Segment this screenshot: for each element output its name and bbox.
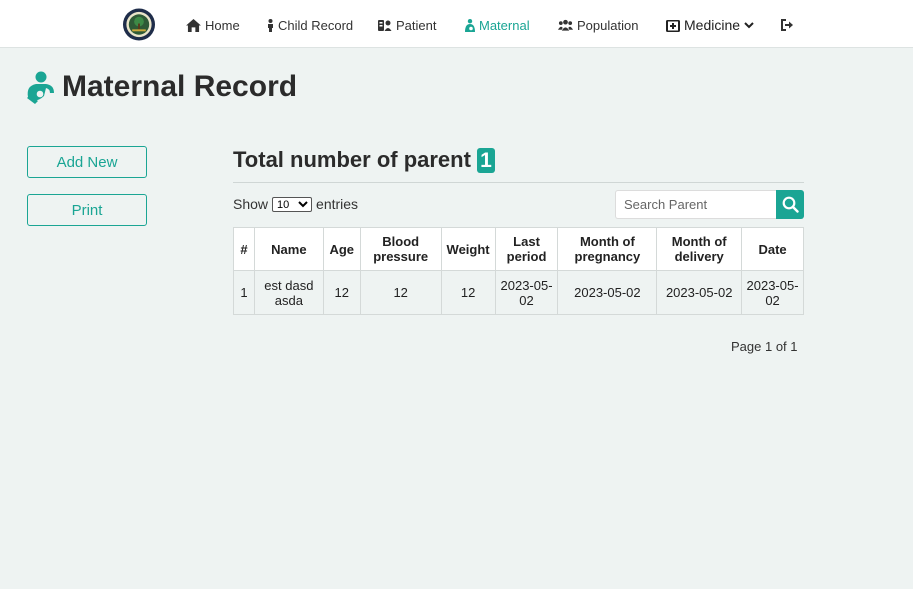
column-header[interactable]: Date [741, 227, 804, 271]
table-cell: 12 [359, 270, 442, 315]
table-cell: est dasd asda [253, 270, 324, 315]
maternal-icon [465, 18, 475, 32]
table-cell: 2023-05-02 [656, 270, 743, 315]
show-label: Show [233, 196, 269, 212]
table-cell: 12 [440, 270, 496, 315]
maternal-icon [27, 71, 54, 104]
search-icon [782, 196, 799, 213]
page-title: Maternal Record [62, 70, 298, 103]
add-new-button[interactable]: Add New [27, 146, 147, 178]
nav-population[interactable]: Population [558, 15, 638, 35]
pagination-info: Page 1 of 1 [731, 339, 798, 354]
nav-home[interactable]: Home [186, 15, 240, 35]
nav-maternal-label: Maternal [479, 17, 530, 33]
top-navbar: Home Child Record Patient Maternal Popul… [0, 0, 913, 48]
table-cell: 1 [233, 270, 255, 315]
entries-select[interactable]: 10 [272, 196, 313, 212]
search-group [615, 190, 804, 219]
search-button[interactable] [776, 190, 804, 219]
column-header[interactable]: Blood pressure [359, 227, 442, 271]
nav-patient[interactable]: Patient [378, 15, 436, 35]
search-input[interactable] [615, 190, 776, 219]
table-cell: 2023-05-02 [741, 270, 804, 315]
divider [233, 182, 804, 183]
patient-icon [378, 19, 392, 31]
nav-home-label: Home [205, 17, 240, 33]
print-button[interactable]: Print [27, 194, 147, 226]
maternal-records-table: # Name Age Blood pressure Weight Last pe… [233, 227, 804, 315]
column-header[interactable]: Age [322, 227, 361, 271]
nav-medicine-dropdown[interactable]: Medicine [666, 15, 754, 35]
chevron-down-icon [744, 21, 754, 28]
logout-button[interactable] [781, 15, 794, 35]
column-header[interactable]: Name [253, 227, 324, 271]
nav-child-record-label: Child Record [278, 17, 354, 33]
entries-label: entries [316, 196, 359, 212]
table-header-row: # Name Age Blood pressure Weight Last pe… [233, 227, 804, 271]
table-row[interactable]: 1 est dasd asda 12 12 12 2023-05-02 2023… [233, 270, 804, 315]
column-header[interactable]: Month of pregnancy [557, 227, 658, 271]
home-icon [186, 18, 201, 32]
sign-out-icon [781, 19, 793, 31]
table-cell: 2023-05-02 [557, 270, 658, 315]
table-cell: 2023-05-02 [494, 270, 559, 315]
child-icon [268, 18, 273, 32]
page-heading: Maternal Record [26, 69, 297, 105]
users-icon [558, 19, 573, 31]
nav-maternal[interactable]: Maternal [465, 15, 530, 35]
nav-population-label: Population [577, 17, 639, 33]
column-header[interactable]: # [233, 227, 255, 271]
logo-icon[interactable] [122, 8, 156, 41]
nav-medicine-label: Medicine [684, 17, 741, 33]
nav-child-record[interactable]: Child Record [267, 15, 353, 35]
nav-patient-label: Patient [396, 17, 437, 33]
column-header[interactable]: Month of delivery [656, 227, 743, 271]
column-header[interactable]: Weight [440, 227, 496, 271]
show-entries-control: Show 10 entries [233, 196, 358, 212]
total-count-badge: 1 [476, 147, 495, 173]
medkit-icon [666, 19, 680, 32]
table-cell: 12 [322, 270, 361, 315]
total-label: Total number of parent [233, 147, 471, 172]
total-summary: Total number of parent 1 [233, 147, 495, 173]
column-header[interactable]: Last period [494, 227, 559, 271]
